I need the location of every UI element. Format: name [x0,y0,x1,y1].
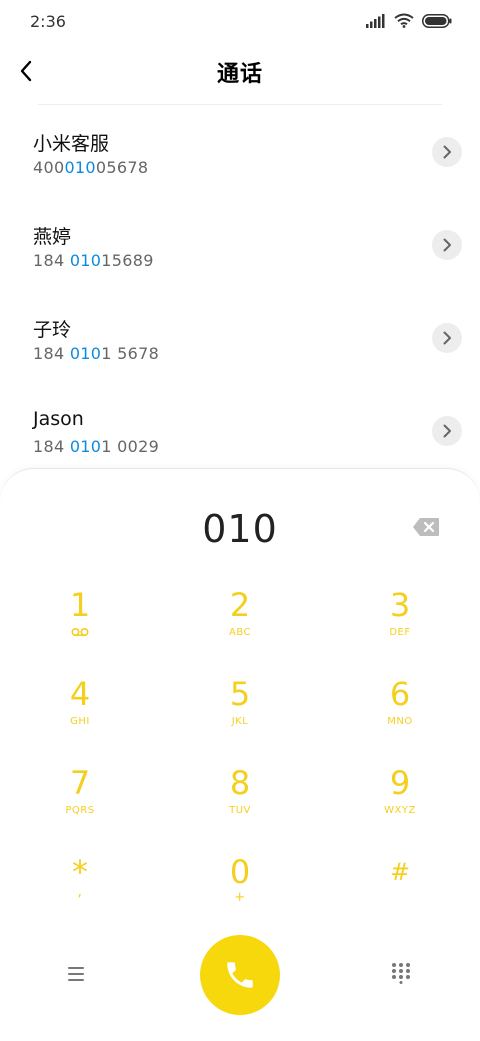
contact-name: 燕婷 [33,226,72,248]
contact-row[interactable]: 子玲 184 0101 5678 [0,291,480,384]
key-digit: # [389,858,411,886]
contact-name: Jason [33,408,84,430]
wifi-icon [394,13,414,28]
contact-row[interactable]: 燕婷 184 01015689 [0,198,480,291]
contact-number: 184 0101 0029 [33,437,160,456]
status-icons [366,13,452,28]
key-letters: PQRS [65,805,95,816]
key-letters: TUV [229,805,251,816]
key-8[interactable]: 8 TUV [160,765,320,854]
number-match-highlight: 010 [64,158,96,177]
key-digit: 3 [389,586,411,624]
dialpad-toggle-button[interactable] [390,962,412,984]
status-bar: 2:36 [0,0,480,42]
key-letters: GHI [70,716,90,727]
phone-icon [227,962,253,988]
key-letters: + [234,890,246,905]
key-0[interactable]: 0 + [160,854,320,943]
signal-icon [366,13,385,28]
backspace-button[interactable] [412,517,440,537]
key-4[interactable]: 4 GHI [0,676,160,765]
contact-number: 40001005678 [33,158,149,177]
title-bar: 通话 [0,42,480,104]
number-match-highlight: 010 [69,251,102,270]
key-digit: 6 [389,675,411,713]
call-button[interactable] [200,935,280,1015]
dialpad-icon [392,963,410,984]
chevron-right-icon [443,331,451,345]
contact-detail-button[interactable] [432,230,462,260]
key-letters: WXYZ [384,805,416,816]
status-time: 2:36 [30,12,66,31]
chevron-right-icon [443,145,451,159]
key-digit: 7 [69,764,91,802]
key-7[interactable]: 7 PQRS [0,765,160,854]
contact-name: 子玲 [33,319,72,341]
voicemail-icon [0,627,160,640]
chevron-right-icon [443,238,451,252]
key-digit: 8 [229,764,251,802]
page-title: 通话 [216,62,263,87]
key-digit: 9 [389,764,411,802]
contact-row[interactable]: 小米客服 40001005678 [0,105,480,198]
key-letters: ABC [228,627,251,638]
key-1[interactable]: 1 [0,587,160,676]
menu-button[interactable] [66,965,88,983]
battery-icon [422,13,452,28]
dialed-number: 010 [202,507,278,551]
key-digit: 0 [229,853,251,891]
contact-number: 184 0101 5678 [33,344,160,363]
key-letters: , [77,884,83,900]
key-9[interactable]: 9 WXYZ [320,765,480,854]
chevron-right-icon [443,424,451,438]
key-digit: 5 [229,675,251,713]
key-digit: 2 [229,586,251,624]
key-6[interactable]: 6 MNO [320,676,480,765]
key-letters: JKL [231,716,249,727]
key-star[interactable]: * , [0,854,160,943]
contact-results-list: 小米客服 40001005678 燕婷 184 01015689 子玲 184 … [0,105,480,477]
contact-name: 小米客服 [33,133,110,155]
key-hash[interactable]: # [320,854,480,943]
number-match-highlight: 010 [69,344,102,363]
key-digit: 4 [69,675,91,713]
key-3[interactable]: 3 DEF [320,587,480,676]
key-2[interactable]: 2 ABC [160,587,320,676]
backspace-icon [413,518,439,536]
menu-icon [68,967,84,981]
key-5[interactable]: 5 JKL [160,676,320,765]
key-letters: MNO [387,716,413,727]
dialpad-actions [0,931,480,1021]
number-match-highlight: 010 [69,437,102,456]
contact-detail-button[interactable] [432,323,462,353]
contact-number: 184 01015689 [33,251,154,270]
key-letters: DEF [389,627,411,638]
contact-detail-button[interactable] [432,416,462,446]
dialpad-sheet: 010 1 2 ABC 3 DEF 4 GHI 5 JKL 6 MNO 7 PQ… [0,468,480,1041]
key-digit: 1 [69,586,91,624]
contact-row[interactable]: Jason 184 0101 0029 [0,384,480,477]
contact-detail-button[interactable] [432,137,462,167]
